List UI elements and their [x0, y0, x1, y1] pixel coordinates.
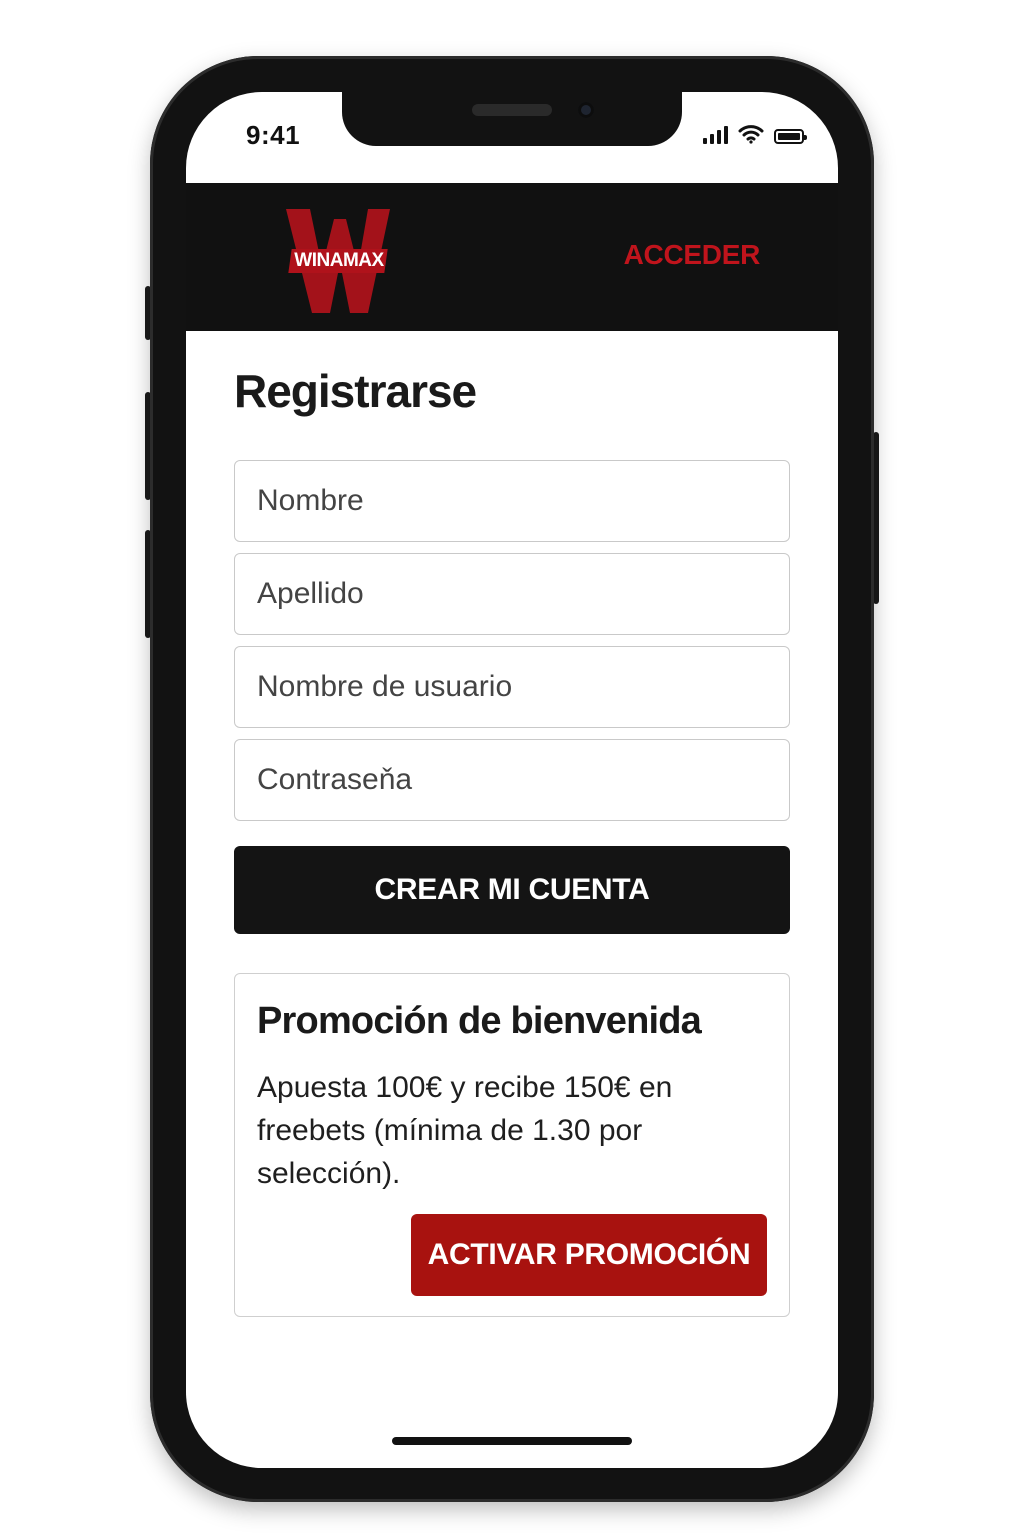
promo-description: Apuesta 100€ y recibe 150€ en freebets (…	[257, 1071, 673, 1190]
battery-icon	[774, 129, 807, 144]
device-mockup: 9:41 WINAMAX ACCEDER Registrarse Nombre …	[0, 0, 1024, 1536]
create-account-button[interactable]: CREAR MI CUENTA	[234, 846, 790, 934]
page-title: Registrarse	[234, 365, 477, 417]
logo-text: WINAMAX	[294, 250, 384, 271]
winamax-logo[interactable]: WINAMAX	[284, 209, 394, 313]
wifi-icon	[738, 125, 764, 144]
first-name-input[interactable]	[234, 460, 790, 542]
promo-title: Promoción de bienvenida	[257, 1000, 702, 1042]
activate-promo-button[interactable]: ACTIVAR PROMOCIÓN	[411, 1214, 767, 1296]
password-input[interactable]	[234, 739, 790, 821]
status-time: 9:41	[246, 120, 301, 150]
welcome-promo-card: Promoción de bienvenida Apuesta 100€ y r…	[234, 973, 790, 1317]
last-name-input[interactable]	[234, 553, 790, 635]
front-camera	[578, 102, 594, 118]
speaker-grille	[472, 104, 552, 116]
home-indicator[interactable]	[392, 1437, 632, 1445]
app-header: WINAMAX ACCEDER	[186, 183, 838, 331]
username-input[interactable]	[234, 646, 790, 728]
phone-screen: 9:41 WINAMAX ACCEDER Registrarse Nombre …	[186, 92, 838, 1468]
status-icons	[703, 124, 807, 144]
phone-notch	[342, 92, 682, 146]
signal-icon	[703, 126, 728, 144]
login-button[interactable]: ACCEDER	[624, 239, 761, 271]
